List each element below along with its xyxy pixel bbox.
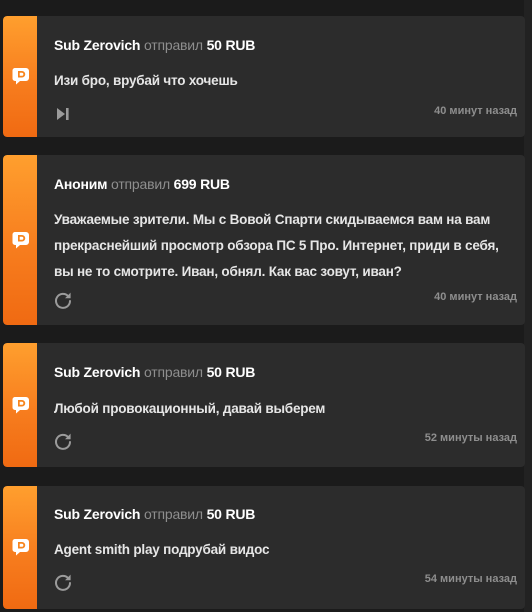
donation-header: Sub Zerovich отправил 50 RUB <box>54 37 255 53</box>
donation-card: Аноним отправил 699 RUB Уважаемые зрител… <box>3 155 525 325</box>
sent-verb: отправил <box>144 506 203 522</box>
donation-time: 40 минут назад <box>434 105 517 117</box>
sender-name: Sub Zerovich <box>54 364 141 380</box>
sender-name: Аноним <box>54 176 108 192</box>
scrollbar[interactable] <box>524 0 532 612</box>
donation-amount: 50 RUB <box>206 506 256 522</box>
sent-verb: отправил <box>144 37 203 53</box>
donation-card: Sub Zerovich отправил 50 RUB Любой прово… <box>3 343 525 467</box>
donation-message: Изи бро, врубай что хочешь <box>54 73 238 88</box>
sent-verb: отправил <box>144 364 203 380</box>
donationalerts-icon <box>12 232 29 249</box>
donation-header: Sub Zerovich отправил 50 RUB <box>54 506 255 522</box>
donationalerts-icon <box>12 68 29 85</box>
replay-icon[interactable] <box>53 431 73 451</box>
donation-time: 52 минуты назад <box>424 432 517 444</box>
donation-message: Уважаемые зрители. Мы с Вовой Спарти ски… <box>54 212 499 279</box>
donation-amount: 699 RUB <box>173 176 230 192</box>
sent-verb: отправил <box>111 176 170 192</box>
skip-icon[interactable] <box>53 104 73 124</box>
donation-time: 54 минуты назад <box>424 573 517 585</box>
donation-message: Любой провокационный, давай выберем <box>54 401 326 416</box>
donation-card: Sub Zerovich отправил 50 RUB Изи бро, вр… <box>3 16 525 137</box>
donation-header: Sub Zerovich отправил 50 RUB <box>54 364 255 380</box>
replay-icon[interactable] <box>53 572 73 592</box>
donation-amount: 50 RUB <box>206 37 256 53</box>
sender-name: Sub Zerovich <box>54 37 141 53</box>
donation-message: Agent smith play подрубай видос <box>54 542 270 557</box>
donation-amount: 50 RUB <box>206 364 256 380</box>
donationalerts-icon <box>12 397 29 414</box>
donation-card: Sub Zerovich отправил 50 RUB Agent smith… <box>3 486 525 609</box>
sender-name: Sub Zerovich <box>54 506 141 522</box>
replay-icon[interactable] <box>53 290 73 310</box>
donation-time: 40 минут назад <box>434 291 517 303</box>
donationalerts-icon <box>12 539 29 556</box>
donation-header: Аноним отправил 699 RUB <box>54 176 230 192</box>
